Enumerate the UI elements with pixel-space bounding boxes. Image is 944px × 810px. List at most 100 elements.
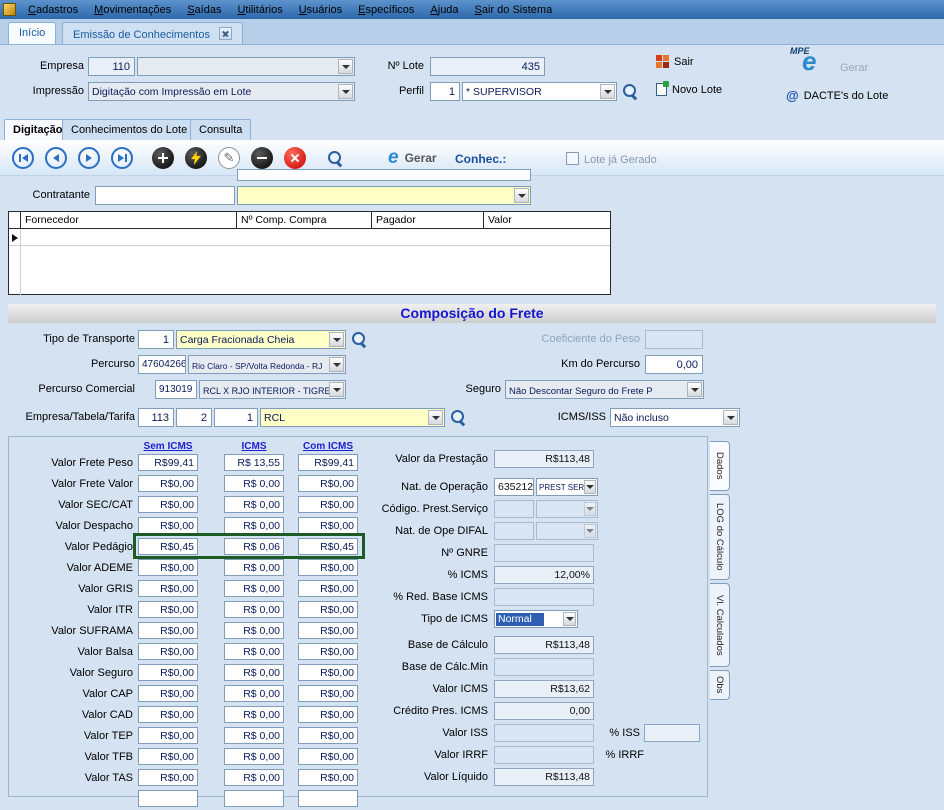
gerar-button[interactable]: e Gerar: [388, 147, 437, 169]
nat-operacao-combo[interactable]: PREST SERV TRANSI: [536, 478, 598, 496]
sem-icms-field[interactable]: R$0,00: [138, 643, 198, 660]
tab-consulta[interactable]: Consulta: [190, 119, 251, 140]
com-icms-field[interactable]: [298, 790, 358, 807]
credito-pres-field[interactable]: 0,00: [494, 702, 594, 720]
icms-field[interactable]: R$ 0,00: [224, 475, 284, 492]
km-percurso-field[interactable]: 0,00: [645, 355, 703, 374]
icms-field[interactable]: R$ 0,00: [224, 706, 284, 723]
grid-col-valor[interactable]: Valor: [484, 212, 610, 229]
perc-iss-field[interactable]: [644, 724, 700, 742]
tipo-transporte-num-field[interactable]: 1: [138, 330, 174, 349]
tab-conhecimentos-lote[interactable]: Conhecimentos do Lote: [62, 119, 196, 140]
side-tab-log-calculo[interactable]: LOG do Cálculo: [710, 494, 730, 580]
percurso-num-field[interactable]: 47604266: [138, 355, 186, 374]
menu-item-especificos[interactable]: Específicos: [350, 2, 422, 18]
search-icon[interactable]: [352, 332, 367, 347]
percurso-combo[interactable]: Rio Claro - SP/Volta Redonda - RJ: [188, 355, 346, 374]
side-tab-obs[interactable]: Obs: [710, 670, 730, 700]
icms-field[interactable]: R$ 0,00: [224, 643, 284, 660]
delete-record-button[interactable]: [251, 147, 273, 169]
grid-col-comp-compra[interactable]: Nº Comp. Compra: [237, 212, 372, 229]
sem-icms-field[interactable]: R$0,00: [138, 706, 198, 723]
perfil-num-field[interactable]: 1: [430, 82, 460, 101]
sem-icms-field[interactable]: R$0,00: [138, 769, 198, 786]
menu-item-utilitarios[interactable]: Utilitários: [229, 2, 290, 18]
seguro-combo[interactable]: Não Descontar Seguro do Frete P: [505, 380, 704, 399]
side-tab-vl-calculados[interactable]: Vl. Calculados: [710, 583, 730, 667]
icms-field[interactable]: R$ 0,00: [224, 622, 284, 639]
menu-item-movimentacoes[interactable]: Movimentações: [86, 2, 179, 18]
base-calculo-field[interactable]: R$113,48: [494, 636, 594, 654]
edit-record-button[interactable]: ✎: [218, 147, 240, 169]
first-record-button[interactable]: [12, 147, 34, 169]
sem-icms-field[interactable]: R$0,00: [138, 601, 198, 618]
sem-icms-field[interactable]: R$0,00: [138, 475, 198, 492]
sem-icms-field[interactable]: R$0,00: [138, 664, 198, 681]
next-record-button[interactable]: [78, 147, 100, 169]
percurso-comercial-combo[interactable]: RCL X RJO INTERIOR - TIGRE: [199, 380, 346, 399]
sair-button[interactable]: Sair: [656, 55, 694, 68]
sem-icms-field[interactable]: R$0,00: [138, 685, 198, 702]
impressao-combo[interactable]: Digitação com Impressão em Lote: [88, 82, 355, 101]
percurso-comercial-num-field[interactable]: 913019: [155, 380, 197, 399]
perfil-combo[interactable]: * SUPERVISOR: [462, 82, 617, 101]
icms-field[interactable]: R$ 0,06: [224, 538, 284, 555]
icms-field[interactable]: R$ 0,00: [224, 685, 284, 702]
grid-col-fornecedor[interactable]: Fornecedor: [21, 212, 237, 229]
cancel-button[interactable]: [284, 147, 306, 169]
icms-field[interactable]: R$ 0,00: [224, 496, 284, 513]
empresa-field[interactable]: 110: [88, 57, 135, 76]
search-icon[interactable]: [623, 84, 638, 99]
sem-icms-field[interactable]: R$0,45: [138, 538, 198, 555]
nlote-field[interactable]: 435: [430, 57, 545, 76]
icms-field[interactable]: R$ 0,00: [224, 748, 284, 765]
icms-field[interactable]: R$ 0,00: [224, 517, 284, 534]
calculate-button[interactable]: [185, 147, 207, 169]
grid-row[interactable]: [9, 229, 610, 246]
sem-icms-field[interactable]: R$0,00: [138, 559, 198, 576]
menu-item-saidas[interactable]: Saídas: [179, 2, 229, 18]
last-record-button[interactable]: [111, 147, 133, 169]
search-icon[interactable]: [451, 410, 466, 425]
icms-field[interactable]: R$ 0,00: [224, 769, 284, 786]
nat-operacao-num-field[interactable]: 635212: [494, 478, 534, 496]
sem-icms-field[interactable]: R$0,00: [138, 622, 198, 639]
search-icon[interactable]: [328, 151, 343, 166]
icms-iss-combo[interactable]: Não incluso: [610, 408, 740, 427]
dacte-button[interactable]: @ DACTE's do Lote: [786, 88, 888, 103]
tipo-transporte-combo[interactable]: Carga Fracionada Cheia: [176, 330, 346, 349]
insert-record-button[interactable]: [152, 147, 174, 169]
sem-icms-field[interactable]: R$0,00: [138, 580, 198, 597]
close-icon[interactable]: [219, 27, 232, 40]
sem-icms-field[interactable]: [138, 790, 198, 807]
prestacao-field[interactable]: R$113,48: [494, 450, 594, 468]
prev-record-button[interactable]: [45, 147, 67, 169]
ett-tabela-field[interactable]: 2: [176, 408, 212, 427]
valor-icms-field[interactable]: R$13,62: [494, 680, 594, 698]
menu-item-sair-sistema[interactable]: Sair do Sistema: [467, 2, 561, 18]
tab-inicio[interactable]: Início: [8, 22, 56, 44]
menu-item-ajuda[interactable]: Ajuda: [422, 2, 466, 18]
sem-icms-field[interactable]: R$0,00: [138, 748, 198, 765]
tab-emissao-conhecimentos[interactable]: Emissão de Conhecimentos: [62, 22, 243, 44]
empresa-combo[interactable]: [137, 57, 355, 76]
perc-icms-field[interactable]: 12,00%: [494, 566, 594, 584]
valor-liquido-field[interactable]: R$113,48: [494, 768, 594, 786]
icms-field[interactable]: R$ 0,00: [224, 580, 284, 597]
icms-field[interactable]: R$ 13,55: [224, 454, 284, 471]
side-tab-dados[interactable]: Dados: [710, 441, 730, 491]
icms-field[interactable]: R$ 0,00: [224, 664, 284, 681]
grid-col-pagador[interactable]: Pagador: [372, 212, 484, 229]
sem-icms-field[interactable]: R$0,00: [138, 727, 198, 744]
icms-field[interactable]: [224, 790, 284, 807]
ett-tarifa-field[interactable]: 1: [214, 408, 258, 427]
contratante-combo[interactable]: [237, 186, 531, 205]
menu-item-usuarios[interactable]: Usuários: [291, 2, 350, 18]
partial-field[interactable]: [237, 169, 531, 181]
icms-field[interactable]: R$ 0,00: [224, 727, 284, 744]
tipo-icms-combo[interactable]: Normal: [494, 610, 578, 628]
sem-icms-field[interactable]: R$99,41: [138, 454, 198, 471]
icms-field[interactable]: R$ 0,00: [224, 601, 284, 618]
menu-item-cadastros[interactable]: Cadastros: [20, 2, 86, 18]
ett-combo[interactable]: RCL: [260, 408, 445, 427]
